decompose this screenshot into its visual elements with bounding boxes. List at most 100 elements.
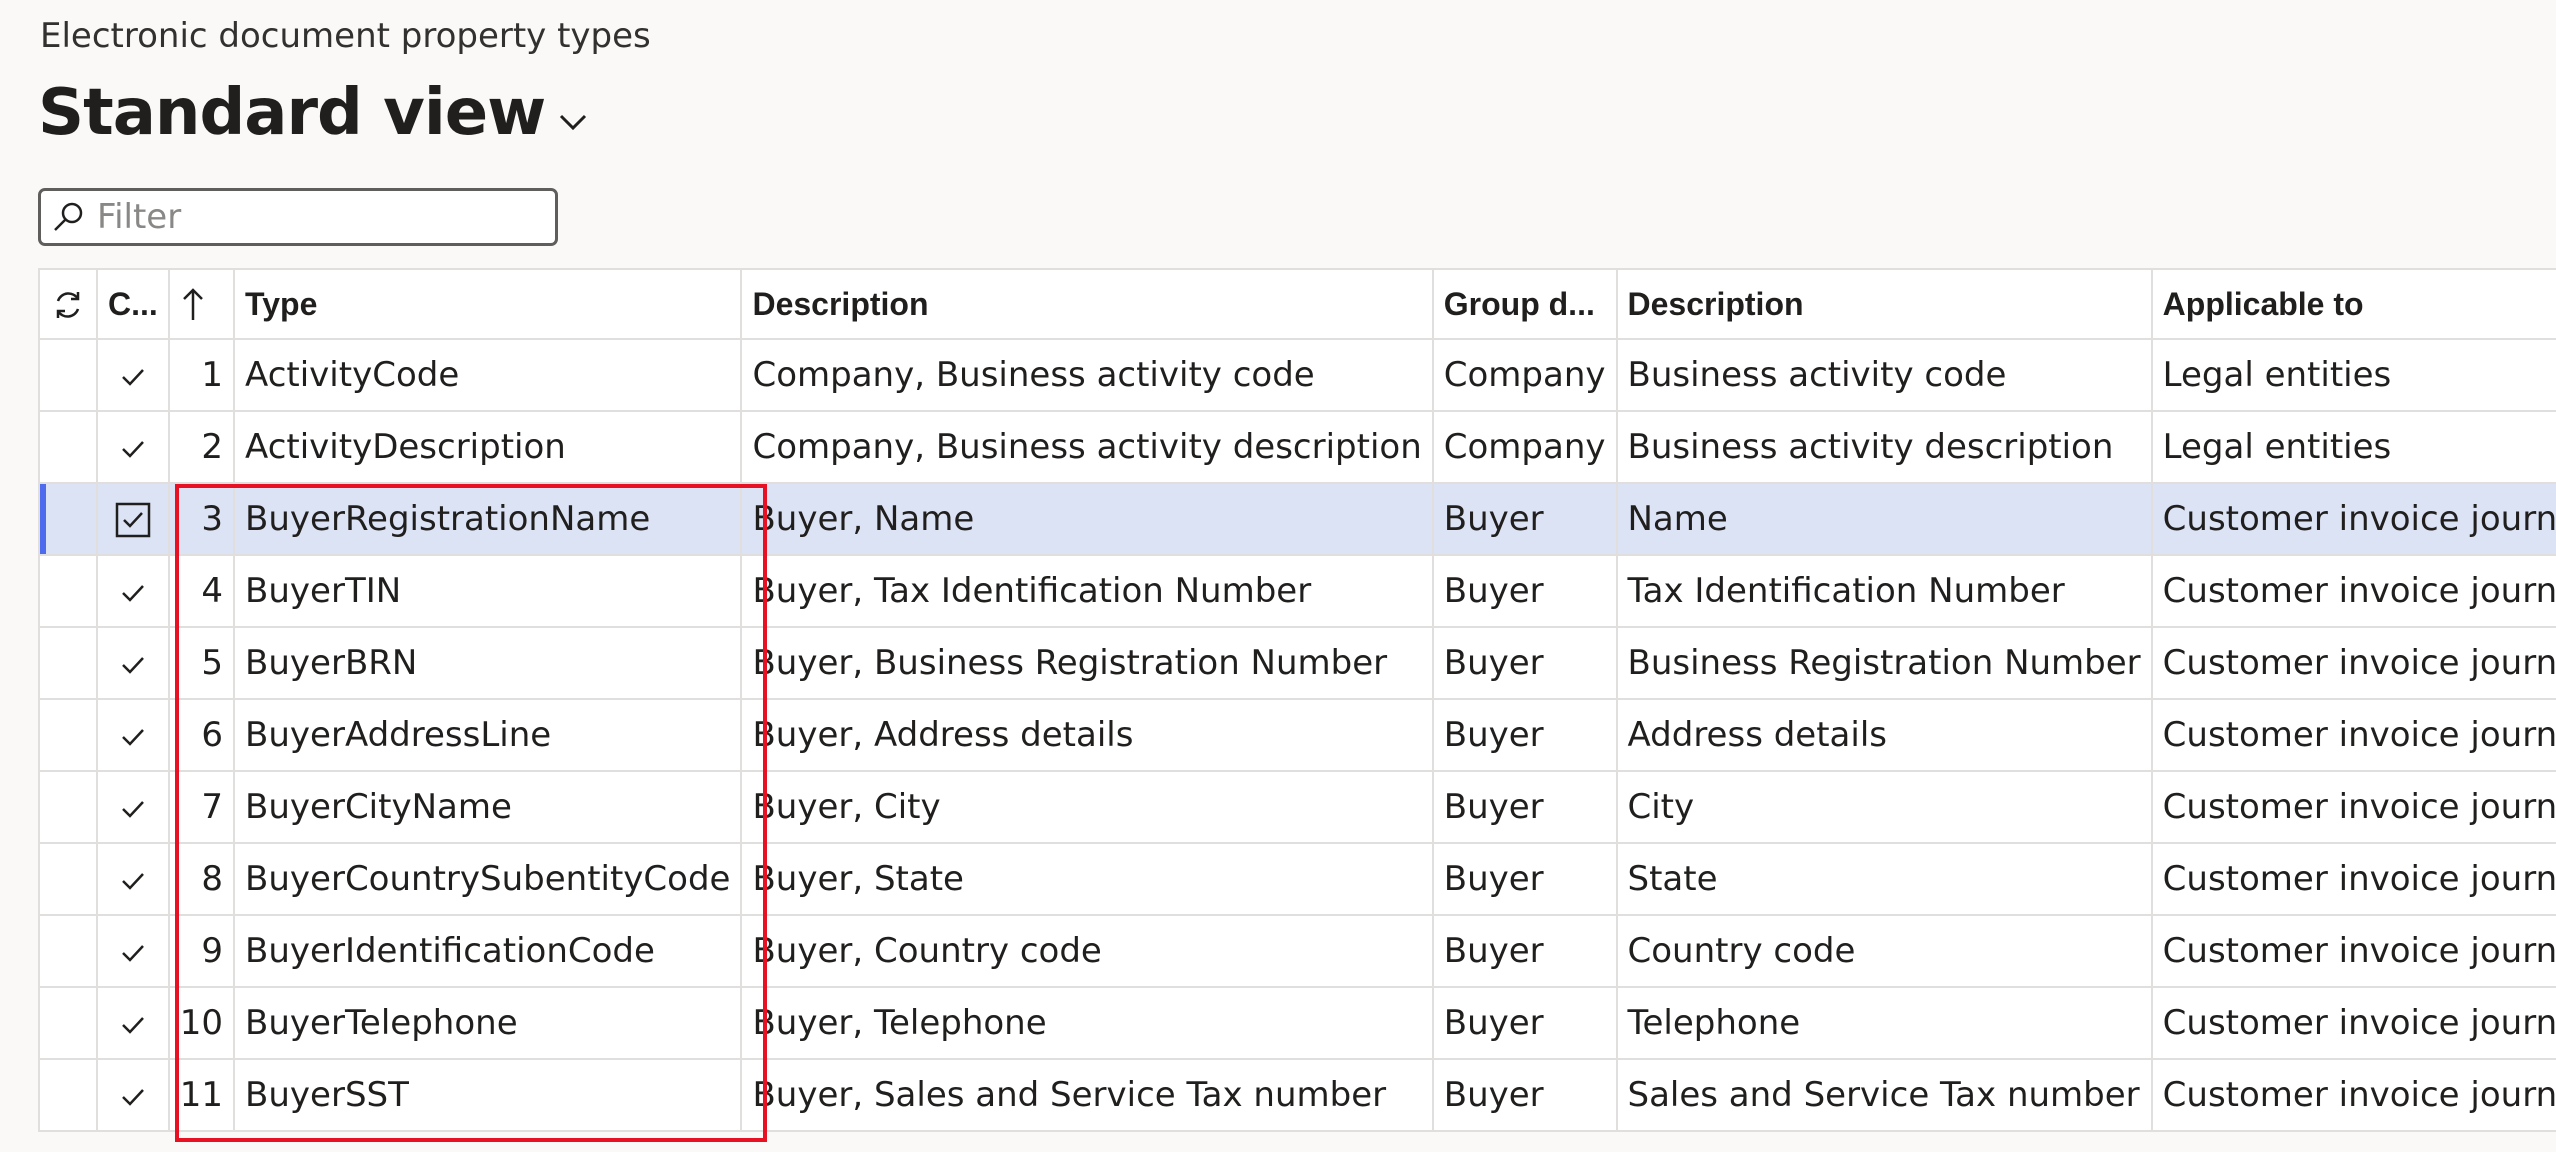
table-row[interactable]: 6 BuyerAddressLine Buyer, Address details B… xyxy=(38,699,2556,772)
cell-applicable-to[interactable]: Legal entities xyxy=(2151,411,2556,484)
cell-type[interactable]: BuyerTelephone xyxy=(234,987,743,1060)
row-check-cell[interactable] xyxy=(97,411,170,484)
cell-group[interactable]: Company xyxy=(1432,411,1618,484)
row-number[interactable]: 2 xyxy=(168,411,236,484)
cell-group-description[interactable]: Business Registration Number xyxy=(1616,627,2153,700)
table-row[interactable]: 10 BuyerTelephone Buyer, Telephone Buyer Tel… xyxy=(38,987,2556,1060)
row-number[interactable]: 5 xyxy=(168,627,236,700)
sort-ascending-icon[interactable] xyxy=(180,286,206,324)
row-number[interactable]: 10 xyxy=(168,987,236,1060)
cell-description[interactable]: Buyer, Business Registration Number xyxy=(741,627,1434,700)
row-selector[interactable] xyxy=(38,987,98,1060)
cell-type[interactable]: BuyerCityName xyxy=(234,771,743,844)
cell-group[interactable]: Buyer xyxy=(1432,1059,1618,1132)
cell-group-description[interactable]: Country code xyxy=(1616,915,2153,988)
row-check-cell[interactable] xyxy=(97,987,170,1060)
cell-group[interactable]: Buyer xyxy=(1432,771,1618,844)
column-header-applicable-to[interactable]: Applicable to xyxy=(2151,268,2556,340)
cell-description[interactable]: Company, Business activity code xyxy=(741,339,1434,412)
table-row[interactable]: 1 ActivityCode Company, Business activity … xyxy=(38,339,2556,412)
cell-group-description[interactable]: Sales and Service Tax number xyxy=(1616,1059,2153,1132)
column-header-group[interactable]: Group d... xyxy=(1432,268,1618,340)
column-header-description[interactable]: Description xyxy=(741,268,1434,340)
cell-group[interactable]: Buyer xyxy=(1432,699,1618,772)
table-row[interactable]: 2 ActivityDescription Company, Business ac… xyxy=(38,411,2556,484)
row-check-cell[interactable] xyxy=(97,771,170,844)
row-check-cell[interactable] xyxy=(97,555,170,628)
row-selector[interactable] xyxy=(38,627,98,700)
row-check-cell[interactable] xyxy=(97,339,170,412)
row-selector[interactable] xyxy=(38,411,98,484)
cell-type[interactable]: ActivityCode xyxy=(234,339,743,412)
row-selector[interactable] xyxy=(38,339,98,412)
cell-group-description[interactable]: Telephone xyxy=(1616,987,2153,1060)
cell-group-description[interactable]: Business activity code xyxy=(1616,339,2153,412)
table-row[interactable]: 3 BuyerRegistrationName Buyer, Name Buyer Na… xyxy=(38,483,2556,556)
row-selector[interactable] xyxy=(38,771,98,844)
table-row[interactable]: 4 BuyerTIN Buyer, Tax Identification Numbe… xyxy=(38,555,2556,628)
row-check-cell[interactable] xyxy=(97,699,170,772)
cell-type[interactable]: ActivityDescription xyxy=(234,411,743,484)
cell-group-description[interactable]: Business activity description xyxy=(1616,411,2153,484)
refresh-column-header[interactable] xyxy=(38,268,98,340)
column-header-type[interactable]: Type xyxy=(234,268,743,340)
cell-type[interactable]: BuyerAddressLine xyxy=(234,699,743,772)
cell-applicable-to[interactable]: Customer invoice journal xyxy=(2151,987,2556,1060)
table-row[interactable]: 11 BuyerSST Buyer, Sales and Service Tax n… xyxy=(38,1059,2556,1132)
cell-group-description[interactable]: City xyxy=(1616,771,2153,844)
column-header-check[interactable]: C... xyxy=(97,268,170,340)
cell-type[interactable]: BuyerCountrySubentityCode xyxy=(234,843,743,916)
cell-description[interactable]: Company, Business activity description xyxy=(741,411,1434,484)
row-selector[interactable] xyxy=(38,555,98,628)
cell-description[interactable]: Buyer, Name xyxy=(741,483,1434,556)
cell-group-description[interactable]: State xyxy=(1616,843,2153,916)
cell-applicable-to[interactable]: Customer invoice journal xyxy=(2151,915,2556,988)
row-selector[interactable] xyxy=(38,699,98,772)
cell-group-description[interactable]: Address details xyxy=(1616,699,2153,772)
cell-applicable-to[interactable]: Customer invoice journal xyxy=(2151,699,2556,772)
row-selector[interactable] xyxy=(38,843,98,916)
row-check-cell[interactable] xyxy=(97,843,170,916)
cell-type[interactable]: BuyerIdentificationCode xyxy=(234,915,743,988)
table-row[interactable]: 8 BuyerCountrySubentityCode Buyer, State Bu… xyxy=(38,843,2556,916)
cell-description[interactable]: Buyer, Telephone xyxy=(741,987,1434,1060)
cell-description[interactable]: Buyer, State xyxy=(741,843,1434,916)
row-check-cell[interactable] xyxy=(97,1059,170,1132)
cell-applicable-to[interactable]: Legal entities xyxy=(2151,339,2556,412)
column-header-sort[interactable] xyxy=(168,268,236,340)
row-number[interactable]: 6 xyxy=(168,699,236,772)
cell-group[interactable]: Buyer xyxy=(1432,843,1618,916)
cell-description[interactable]: Buyer, City xyxy=(741,771,1434,844)
cell-type[interactable]: BuyerRegistrationName xyxy=(234,483,743,556)
cell-type[interactable]: BuyerTIN xyxy=(234,555,743,628)
row-selector[interactable] xyxy=(38,915,98,988)
table-row[interactable]: 5 BuyerBRN Buyer, Business Registration Nu… xyxy=(38,627,2556,700)
cell-group-description[interactable]: Tax Identification Number xyxy=(1616,555,2153,628)
row-check-cell[interactable] xyxy=(97,483,170,556)
cell-applicable-to[interactable]: Customer invoice journal xyxy=(2151,555,2556,628)
table-row[interactable]: 9 BuyerIdentificationCode Buyer, Country c… xyxy=(38,915,2556,988)
cell-group[interactable]: Buyer xyxy=(1432,555,1618,628)
cell-group[interactable]: Buyer xyxy=(1432,483,1618,556)
row-check-cell[interactable] xyxy=(97,915,170,988)
view-selector[interactable]: Standard view xyxy=(38,76,591,150)
cell-description[interactable]: Buyer, Address details xyxy=(741,699,1434,772)
cell-applicable-to[interactable]: Customer invoice journal xyxy=(2151,483,2556,556)
row-check-cell[interactable] xyxy=(97,627,170,700)
row-number[interactable]: 7 xyxy=(168,771,236,844)
filter-input[interactable] xyxy=(97,197,537,237)
row-number[interactable]: 8 xyxy=(168,843,236,916)
cell-description[interactable]: Buyer, Sales and Service Tax number xyxy=(741,1059,1434,1132)
cell-type[interactable]: BuyerBRN xyxy=(234,627,743,700)
column-header-group-description[interactable]: Description xyxy=(1616,268,2153,340)
row-number[interactable]: 3 xyxy=(168,483,236,556)
cell-type[interactable]: BuyerSST xyxy=(234,1059,743,1132)
cell-applicable-to[interactable]: Customer invoice journal xyxy=(2151,627,2556,700)
cell-description[interactable]: Buyer, Tax Identification Number xyxy=(741,555,1434,628)
cell-group[interactable]: Company xyxy=(1432,339,1618,412)
cell-group[interactable]: Buyer xyxy=(1432,915,1618,988)
row-selector[interactable] xyxy=(38,483,98,556)
table-row[interactable]: 7 BuyerCityName Buyer, City Buyer City Custom… xyxy=(38,771,2556,844)
filter-box[interactable] xyxy=(38,188,558,246)
cell-group-description[interactable]: Name xyxy=(1616,483,2153,556)
